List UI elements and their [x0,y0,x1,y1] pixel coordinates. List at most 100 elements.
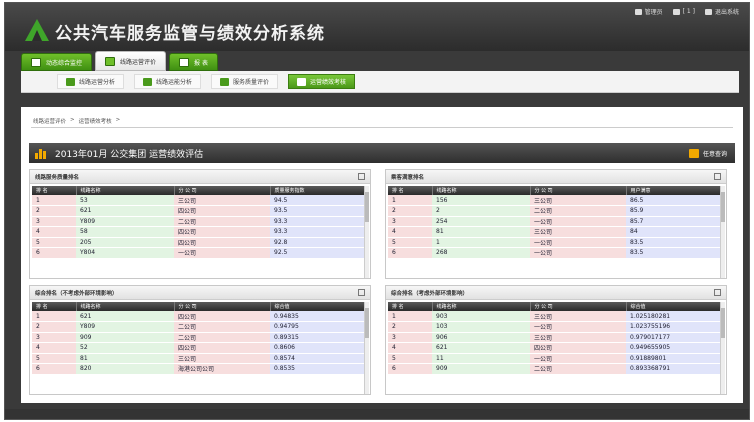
user-link[interactable]: 管理员 [634,7,663,16]
breadcrumb-item[interactable]: 线路运营评价 [33,117,66,125]
table-row[interactable]: 1 156 三公司 86.5 [388,195,722,206]
table-cell: 909 [76,332,174,343]
column-header[interactable]: 线路名称 [432,186,531,195]
tab-reports[interactable]: 报 表 [169,53,218,71]
table-cell: 三公司 [530,332,626,343]
column-header[interactable]: 线路名称 [432,302,531,311]
column-header[interactable]: 分 公 司 [530,186,627,195]
table-row[interactable]: 4 52 四公司 0.8606 [32,342,366,354]
table-cell: 92.5 [270,247,366,259]
tab-dynamic-monitor[interactable]: 动态综合监控 [21,53,93,71]
query-icon [688,148,699,158]
scrollbar[interactable] [720,186,725,278]
app-title: 公共汽车服务监管与绩效分析系统 [55,24,325,44]
table-cell: 一公司 [530,353,626,364]
table-cell: 一公司 [530,247,626,259]
table-cell: 0.8574 [270,353,366,364]
table-cell: 81 [432,226,530,238]
table-cell: 254 [432,216,530,227]
table-cell: 2 [388,205,432,217]
column-header[interactable]: 分 公 司 [530,302,627,311]
table-cell: 四公司 [174,342,270,354]
table-row[interactable]: 6 268 一公司 83.5 [388,247,722,259]
column-header[interactable]: 排 名 [32,186,77,195]
table-row[interactable]: 1 621 四公司 0.94835 [32,311,366,322]
column-header[interactable]: 用户满意 [626,186,723,195]
table-row[interactable]: 5 11 一公司 0.91889801 [388,353,722,364]
table-cell: 二公司 [174,332,270,343]
table-row[interactable]: 6 820 海港公司公司 0.8535 [32,363,366,375]
breadcrumb-item[interactable]: 运营绩效考核 [79,117,112,125]
table-cell: 268 [432,247,530,259]
table-cell: 三公司 [174,195,270,206]
table-row[interactable]: 3 909 二公司 0.89315 [32,332,366,343]
user-links: 管理员 [ 1 ] 退出系统 [634,7,739,16]
scrollbar[interactable] [720,302,725,394]
subtab-route-operation[interactable]: 线路运营分析 [57,74,125,89]
table-cell: 三公司 [530,195,626,206]
table-cell: 5 [388,353,432,364]
query-button[interactable]: 任意查询 [688,148,727,158]
user-icon [634,8,642,15]
chart-icon [297,77,307,86]
table-row[interactable]: 5 81 三公司 0.8574 [32,353,366,364]
report-title: 2013年01月 公交集团 运营绩效评估 [55,149,204,160]
column-header[interactable]: 排 名 [32,302,77,311]
popout-icon[interactable] [714,173,721,180]
panel-overall-ranking-external: 综合排名（考虑外部环境影响） 排 名 线路名称 分 公 司 综合值 1 903 三公… [385,285,727,395]
table-row[interactable]: 3 Y809 二公司 93.3 [32,216,366,227]
column-header[interactable]: 排 名 [388,302,433,311]
table-cell: 四公司 [174,237,270,248]
breadcrumb-separator: > [115,117,121,123]
subtab-route-capacity[interactable]: 线路运能分析 [134,74,202,89]
table-row[interactable]: 3 254 一公司 85.7 [388,216,722,227]
table-row[interactable]: 4 621 四公司 0.949655905 [388,342,722,354]
table-row[interactable]: 3 906 三公司 0.979017177 [388,332,722,343]
table-cell: 83.5 [626,237,722,248]
popout-icon[interactable] [714,289,721,296]
footer-bar [5,409,749,419]
table-cell: 2 [32,321,76,333]
column-header[interactable]: 综合值 [270,302,367,311]
table-cell: 1 [32,195,76,206]
tab-route-evaluation[interactable]: 线路运营评价 [95,51,167,71]
column-header[interactable]: 分 公 司 [174,302,271,311]
column-header[interactable]: 质量服务指数 [270,186,367,195]
table-row[interactable]: 2 2 二公司 85.9 [388,205,722,217]
table-cell: 81 [76,353,174,364]
table-row[interactable]: 5 1 一公司 83.5 [388,237,722,248]
table-cell: 四公司 [174,205,270,217]
table-row[interactable]: 6 909 二公司 0.893368791 [388,363,722,375]
table-row[interactable]: 1 903 三公司 1.025180281 [388,311,722,322]
subtab-performance[interactable]: 运营绩效考核 [288,74,356,89]
table-cell: 二公司 [174,321,270,333]
popout-icon[interactable] [358,173,365,180]
table-row[interactable]: 1 53 三公司 94.5 [32,195,366,206]
table-cell: 3 [388,216,432,227]
table-row[interactable]: 6 Y804 一公司 92.5 [32,247,366,259]
table-row[interactable]: 2 103 一公司 1.023755196 [388,321,722,333]
logout-link[interactable]: 退出系统 [704,7,739,16]
scrollbar[interactable] [364,186,369,278]
table-row[interactable]: 2 Y809 二公司 0.94795 [32,321,366,333]
table-cell: 83.5 [626,247,722,259]
column-header[interactable]: 排 名 [388,186,433,195]
column-header[interactable]: 线路名称 [76,186,175,195]
column-header[interactable]: 线路名称 [76,302,175,311]
popout-icon[interactable] [358,289,365,296]
table-cell: 86.5 [626,195,722,206]
subtab-service-quality[interactable]: 服务质量评价 [211,74,279,89]
column-header[interactable]: 分 公 司 [174,186,271,195]
breadcrumb: 线路运营评价 > 运营绩效考核 > [33,117,120,125]
table-cell: 4 [388,226,432,238]
table-row[interactable]: 2 621 四公司 93.5 [32,205,366,217]
report-banner: 2013年01月 公交集团 运营绩效评估 任意查询 [29,143,735,163]
scrollbar[interactable] [364,302,369,394]
column-header[interactable]: 综合值 [626,302,723,311]
table-row[interactable]: 4 58 四公司 93.3 [32,226,366,238]
table-cell: 二公司 [530,205,626,217]
table-row[interactable]: 5 205 四公司 92.8 [32,237,366,248]
table-cell: 6 [388,247,432,259]
table-row[interactable]: 4 81 三公司 84 [388,226,722,238]
message-link[interactable]: [ 1 ] [672,7,695,16]
